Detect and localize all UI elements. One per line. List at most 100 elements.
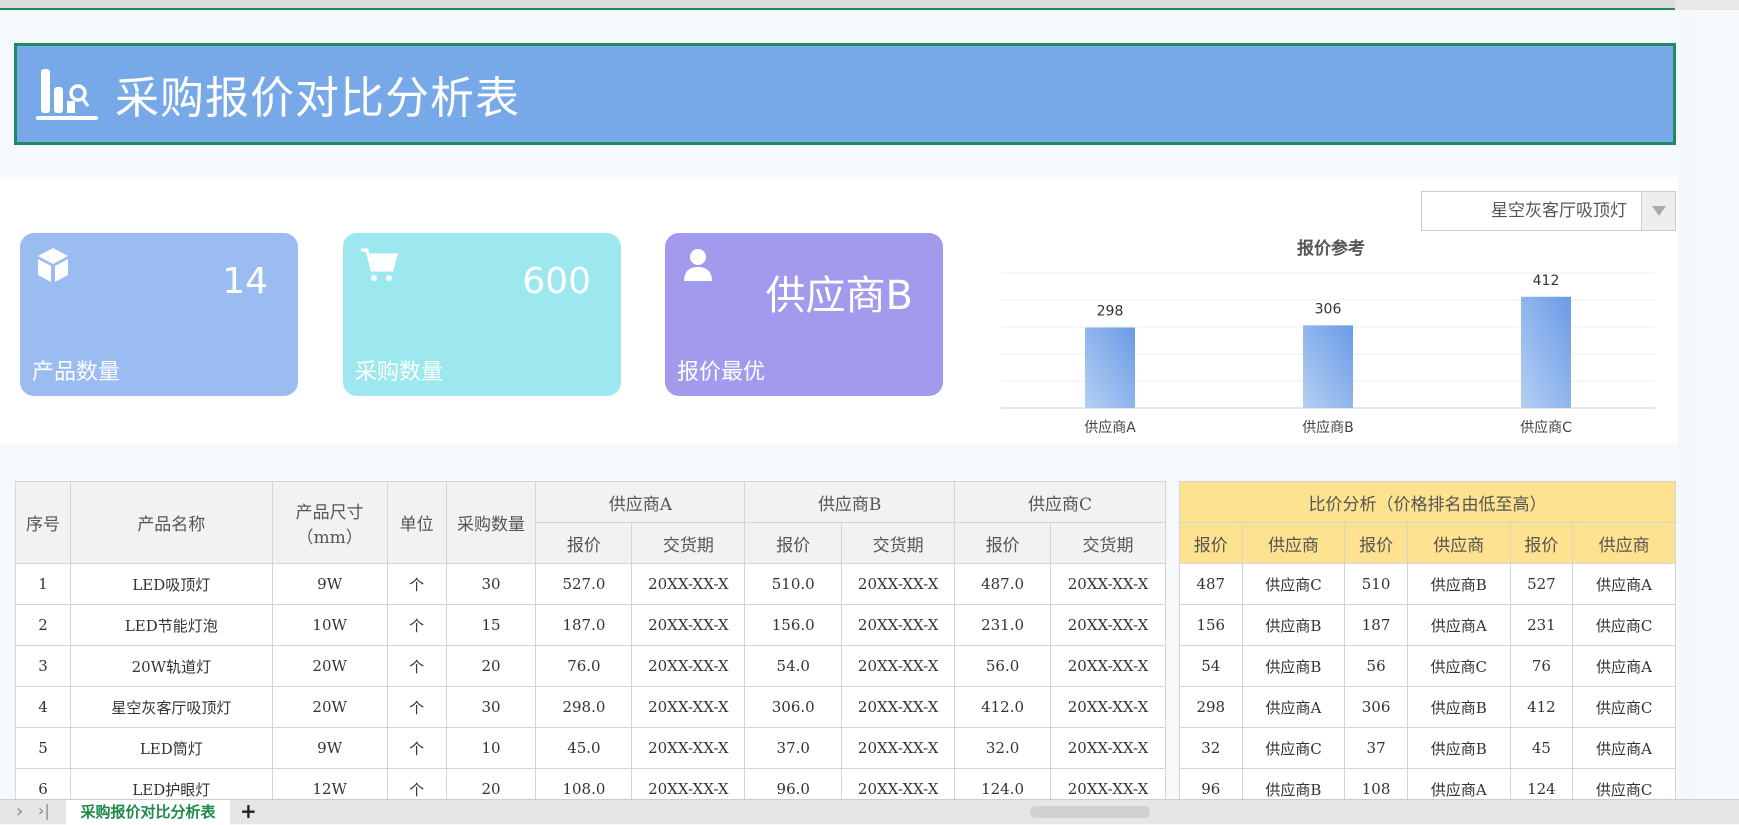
compare-cell[interactable]: 供应商A [1572, 727, 1676, 769]
table-cell[interactable]: 20XX-XX-X [631, 686, 746, 728]
table-cell[interactable]: 20XX-XX-X [1050, 563, 1166, 605]
header-size-unit: （mm） [296, 527, 363, 548]
table-cell[interactable]: 10W [271, 604, 388, 646]
compare-cell[interactable]: 527 [1509, 563, 1574, 605]
vertical-scrollbar[interactable] [1678, 10, 1693, 799]
compare-cell[interactable]: 供应商C [1572, 686, 1676, 728]
table-cell[interactable]: 20XX-XX-X [631, 604, 746, 646]
compare-cell[interactable]: 供应商C [1241, 563, 1346, 605]
table-cell[interactable]: 30 [445, 563, 537, 605]
compare-cell[interactable]: 298 [1179, 686, 1243, 728]
compare-cell[interactable]: 供应商C [1406, 645, 1511, 687]
compare-cell[interactable]: 487 [1179, 563, 1243, 605]
table-cell[interactable]: 个 [386, 727, 447, 769]
title-banner[interactable]: 采购报价对比分析表 [14, 43, 1676, 145]
compare-cell[interactable]: 76 [1509, 645, 1574, 687]
table-cell[interactable]: 20XX-XX-X [841, 686, 956, 728]
table-cell[interactable]: 487.0 [954, 563, 1052, 605]
table-cell[interactable]: 1 [15, 563, 71, 605]
compare-cell[interactable]: 供应商A [1572, 563, 1676, 605]
table-cell[interactable]: LED吸顶灯 [69, 563, 273, 605]
compare-cell[interactable]: 供应商B [1406, 727, 1511, 769]
table-cell[interactable]: 10 [445, 727, 537, 769]
table-cell[interactable]: 星空灰客厅吸顶灯 [69, 686, 273, 728]
table-cell[interactable]: 2 [15, 604, 71, 646]
table-cell[interactable]: 15 [445, 604, 537, 646]
table-cell[interactable]: 54.0 [744, 645, 843, 687]
table-cell[interactable]: 20 [445, 645, 537, 687]
compare-cell[interactable]: 供应商C [1241, 727, 1346, 769]
table-cell[interactable]: 298.0 [535, 686, 633, 728]
compare-cell[interactable]: 156 [1179, 604, 1243, 646]
next-sheet-button[interactable]: › [16, 801, 23, 822]
table-cell[interactable]: 20XX-XX-X [1050, 604, 1166, 646]
table-cell[interactable]: 20XX-XX-X [841, 727, 956, 769]
table-cell[interactable]: 20XX-XX-X [1050, 686, 1166, 728]
table-cell[interactable]: 20XX-XX-X [841, 645, 956, 687]
compare-cell[interactable]: 供应商B [1406, 563, 1511, 605]
table-cell[interactable]: 56.0 [954, 645, 1052, 687]
add-sheet-button[interactable]: + [240, 799, 257, 823]
compare-cell[interactable]: 510 [1344, 563, 1408, 605]
compare-cell[interactable]: 306 [1344, 686, 1408, 728]
bar-供应商C[interactable] [1521, 296, 1571, 408]
table-cell[interactable]: 20XX-XX-X [631, 563, 746, 605]
table-cell[interactable]: 76.0 [535, 645, 633, 687]
compare-row: 298 供应商A 306 供应商B 412 供应商C [1179, 686, 1676, 728]
compare-cell[interactable]: 供应商B [1406, 686, 1511, 728]
table-cell[interactable]: 20XX-XX-X [1050, 727, 1166, 769]
table-cell[interactable]: 45.0 [535, 727, 633, 769]
compare-cell[interactable]: 供应商C [1572, 604, 1676, 646]
table-cell[interactable]: 9W [271, 727, 388, 769]
table-cell[interactable]: 个 [386, 645, 447, 687]
compare-cell[interactable]: 供应商B [1241, 645, 1346, 687]
table-cell[interactable]: 20XX-XX-X [1050, 645, 1166, 687]
compare-cell[interactable]: 412 [1509, 686, 1574, 728]
bar-供应商B[interactable] [1303, 325, 1353, 408]
table-cell[interactable]: 4 [15, 686, 71, 728]
table-cell[interactable]: 306.0 [744, 686, 843, 728]
table-cell[interactable]: 412.0 [954, 686, 1052, 728]
table-cell[interactable]: 个 [386, 563, 447, 605]
compare-cell[interactable]: 231 [1509, 604, 1574, 646]
last-sheet-button[interactable]: ›| [38, 801, 50, 820]
compare-cell[interactable]: 54 [1179, 645, 1243, 687]
horizontal-scrollbar[interactable] [1030, 806, 1150, 818]
table-cell[interactable]: 20XX-XX-X [631, 727, 746, 769]
compare-cell[interactable]: 187 [1344, 604, 1408, 646]
table-cell[interactable]: 527.0 [535, 563, 633, 605]
table-cell[interactable]: 5 [15, 727, 71, 769]
table-cell[interactable]: LED筒灯 [69, 727, 273, 769]
table-cell[interactable]: 个 [386, 686, 447, 728]
table-cell[interactable]: 32.0 [954, 727, 1052, 769]
sheet-tab-active[interactable]: 采购报价对比分析表 [66, 800, 230, 825]
table-cell[interactable]: 510.0 [744, 563, 843, 605]
table-cell[interactable]: 20W [271, 645, 388, 687]
product-select[interactable]: 星空灰客厅吸顶灯 [1421, 191, 1676, 231]
card-value: 供应商B [765, 273, 913, 319]
table-cell[interactable]: 20XX-XX-X [841, 604, 956, 646]
compare-cell[interactable]: 45 [1509, 727, 1574, 769]
compare-cell[interactable]: 供应商B [1241, 604, 1346, 646]
compare-cell[interactable]: 供应商A [1572, 645, 1676, 687]
table-cell[interactable]: 37.0 [744, 727, 843, 769]
table-cell[interactable]: 20XX-XX-X [841, 563, 956, 605]
table-cell[interactable]: 187.0 [535, 604, 633, 646]
table-cell[interactable]: 231.0 [954, 604, 1052, 646]
compare-cell[interactable]: 32 [1179, 727, 1243, 769]
table-cell[interactable]: 个 [386, 604, 447, 646]
dropdown-arrow-icon[interactable] [1641, 192, 1675, 230]
bar-供应商A[interactable] [1085, 327, 1135, 408]
compare-cell[interactable]: 37 [1344, 727, 1408, 769]
table-cell[interactable]: 3 [15, 645, 71, 687]
compare-cell[interactable]: 供应商A [1241, 686, 1346, 728]
table-cell[interactable]: 30 [445, 686, 537, 728]
table-cell[interactable]: 20W [271, 686, 388, 728]
table-cell[interactable]: 20W轨道灯 [69, 645, 273, 687]
table-cell[interactable]: 9W [271, 563, 388, 605]
table-cell[interactable]: 20XX-XX-X [631, 645, 746, 687]
compare-cell[interactable]: 56 [1344, 645, 1408, 687]
compare-cell[interactable]: 供应商A [1406, 604, 1511, 646]
table-cell[interactable]: LED节能灯泡 [69, 604, 273, 646]
table-cell[interactable]: 156.0 [744, 604, 843, 646]
